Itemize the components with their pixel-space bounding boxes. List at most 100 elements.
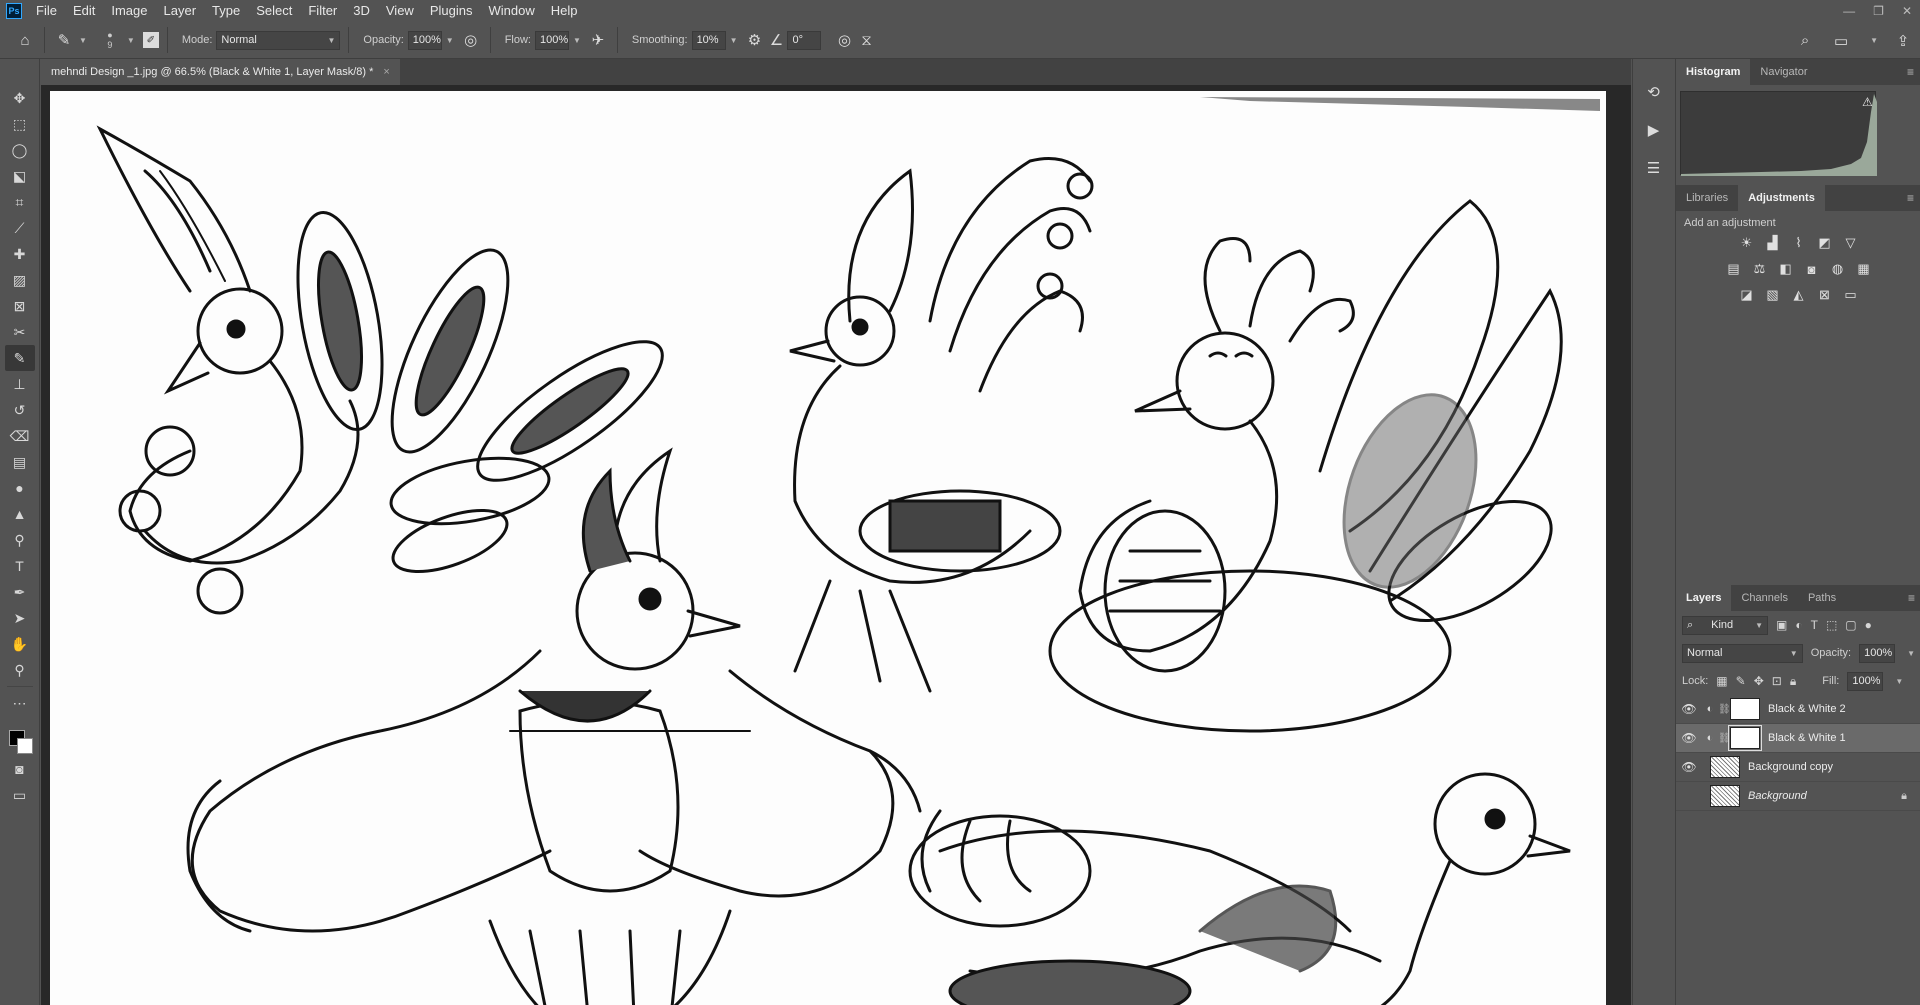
mehndi-artwork[interactable] — [50, 91, 1606, 1005]
airbrush-icon[interactable]: ✈ — [587, 29, 609, 51]
lock-image-icon[interactable]: ✎ — [1736, 674, 1746, 688]
object-select-tool-icon[interactable]: ⬕ — [5, 163, 35, 189]
brush-settings-icon[interactable]: ✐ — [142, 32, 159, 48]
menu-type[interactable]: Type — [204, 0, 248, 22]
exposure-icon[interactable]: ◩ — [1815, 233, 1835, 253]
panel-menu-icon[interactable]: ≡ — [1908, 585, 1915, 611]
filter-toggle-icon[interactable]: ● — [1865, 618, 1872, 632]
workspace-icon[interactable]: ▭ — [1830, 30, 1852, 52]
layer-mask-thumbnail[interactable] — [1730, 698, 1760, 720]
opacity-input[interactable]: 100% — [407, 30, 442, 50]
curves-icon[interactable]: ⌇ — [1789, 233, 1809, 253]
menu-plugins[interactable]: Plugins — [422, 0, 481, 22]
menu-window[interactable]: Window — [480, 0, 542, 22]
minimize-icon[interactable]: — — [1843, 4, 1855, 18]
dodge-tool-icon[interactable]: ⚲ — [5, 527, 35, 553]
search-icon[interactable]: ⌕ — [1794, 30, 1816, 52]
eye-icon[interactable]: 👁︎ — [1676, 731, 1702, 745]
document-tab[interactable]: mehndi Design _1.jpg @ 66.5% (Black & Wh… — [41, 59, 400, 85]
brush-tool-icon[interactable]: ✎ — [4, 345, 35, 371]
sharpen-tool-icon[interactable]: ▲ — [5, 501, 35, 527]
eye-icon[interactable]: 👁︎ — [1676, 702, 1702, 716]
actions-panel-icon[interactable]: ▶ — [1641, 117, 1667, 143]
brush-preset-icon[interactable]: ✎ — [53, 29, 75, 51]
quick-mask-icon[interactable]: ◙ — [5, 756, 35, 782]
chevron-down-icon[interactable]: ▼ — [730, 36, 738, 45]
symmetry-icon[interactable]: ⧖ — [855, 29, 877, 51]
more-tools-icon[interactable]: ⋯ — [5, 690, 35, 716]
properties-panel-icon[interactable]: ☰ — [1641, 155, 1667, 181]
photo-filter-icon[interactable]: ◙ — [1802, 259, 1822, 279]
selective-color-icon[interactable]: ⊠ — [1815, 285, 1835, 305]
threshold-icon[interactable]: ◭ — [1789, 285, 1809, 305]
color-lookup-icon[interactable]: ▦ — [1854, 259, 1874, 279]
content-aware-move-icon[interactable]: ✂ — [5, 319, 35, 345]
angle-input[interactable]: 0° — [787, 30, 822, 50]
chevron-down-icon[interactable]: ▼ — [127, 36, 135, 45]
menu-help[interactable]: Help — [543, 0, 586, 22]
zoom-tool-icon[interactable]: ⚲ — [5, 657, 35, 683]
chevron-down-icon[interactable]: ▼ — [1907, 649, 1915, 658]
eyedropper-tool-icon[interactable]: ⟋ — [5, 215, 35, 241]
menu-edit[interactable]: Edit — [65, 0, 103, 22]
path-select-tool-icon[interactable]: ➤ — [5, 605, 35, 631]
lock-position-icon[interactable]: ✥ — [1754, 674, 1764, 688]
link-icon[interactable]: ⛓︎ — [1718, 733, 1731, 744]
close-icon[interactable]: ✕ — [1902, 4, 1912, 18]
layer-thumbnail[interactable] — [1710, 785, 1740, 807]
blend-mode-dropdown[interactable]: Normal ▼ — [1682, 643, 1803, 663]
filter-shape-icon[interactable]: ⬚ — [1826, 618, 1837, 632]
color-swatches[interactable] — [5, 722, 35, 756]
type-tool-icon[interactable]: T — [5, 553, 35, 579]
chevron-down-icon[interactable]: ▼ — [446, 36, 454, 45]
menu-select[interactable]: Select — [248, 0, 300, 22]
menu-file[interactable]: File — [28, 0, 65, 22]
layer-opacity-input[interactable]: 100% — [1859, 643, 1896, 663]
link-icon[interactable]: ⛓︎ — [1718, 704, 1731, 715]
close-tab-icon[interactable]: × — [383, 66, 389, 78]
layer-row[interactable]: 👁︎ ◐ ⛓︎ Black & White 2 — [1676, 695, 1920, 724]
color-balance-icon[interactable]: ⚖ — [1750, 259, 1770, 279]
screen-mode-icon[interactable]: ▭ — [5, 782, 35, 808]
layer-row[interactable]: · Background 🔒︎ — [1676, 782, 1920, 811]
tab-adjustments[interactable]: Adjustments — [1738, 185, 1825, 211]
smoothing-input[interactable]: 10% — [691, 30, 726, 50]
menu-filter[interactable]: Filter — [300, 0, 345, 22]
healing-brush-tool-icon[interactable]: ✚ — [5, 241, 35, 267]
frame-tool-icon[interactable]: ⊠ — [5, 293, 35, 319]
eye-hidden-icon[interactable]: · — [1676, 789, 1702, 803]
eraser-tool-icon[interactable]: ⌫ — [5, 423, 35, 449]
levels-icon[interactable]: ▟ — [1763, 233, 1783, 253]
layer-thumbnail[interactable] — [1710, 756, 1740, 778]
patch-tool-icon[interactable]: ▨ — [5, 267, 35, 293]
black-white-icon[interactable]: ◧ — [1776, 259, 1796, 279]
mode-dropdown[interactable]: Normal ▼ — [216, 30, 341, 50]
filter-smart-object-icon[interactable]: ▢ — [1845, 618, 1856, 632]
chevron-down-icon[interactable]: ▼ — [1870, 36, 1878, 45]
posterize-icon[interactable]: ▧ — [1763, 285, 1783, 305]
menu-image[interactable]: Image — [103, 0, 155, 22]
menu-view[interactable]: View — [378, 0, 422, 22]
fill-input[interactable]: 100% — [1847, 671, 1884, 691]
brightness-contrast-icon[interactable]: ☀ — [1737, 233, 1757, 253]
pressure-size-icon[interactable]: ◎ — [833, 29, 855, 51]
gradient-map-icon[interactable]: ▭ — [1841, 285, 1861, 305]
gradient-tool-icon[interactable]: ▤ — [5, 449, 35, 475]
hand-tool-icon[interactable]: ✋ — [5, 631, 35, 657]
tab-navigator[interactable]: Navigator — [1750, 59, 1817, 85]
tab-layers[interactable]: Layers — [1676, 585, 1732, 611]
menu-layer[interactable]: Layer — [156, 0, 205, 22]
menu-3d[interactable]: 3D — [345, 0, 378, 22]
tab-histogram[interactable]: Histogram — [1676, 59, 1751, 85]
background-color-swatch[interactable] — [16, 738, 33, 754]
lock-artboard-icon[interactable]: ⊡ — [1772, 674, 1782, 688]
tab-paths[interactable]: Paths — [1798, 585, 1846, 611]
tab-channels[interactable]: Channels — [1731, 585, 1797, 611]
lasso-tool-icon[interactable]: ◯ — [5, 137, 35, 163]
brush-size-picker[interactable]: ● 9 — [97, 30, 123, 50]
blur-tool-icon[interactable]: ● — [5, 475, 35, 501]
channel-mixer-icon[interactable]: ◍ — [1828, 259, 1848, 279]
marquee-tool-icon[interactable]: ⬚ — [5, 111, 35, 137]
filter-adjustment-icon[interactable]: ◐ — [1795, 618, 1802, 632]
filter-pixel-icon[interactable]: ▣ — [1776, 618, 1787, 632]
